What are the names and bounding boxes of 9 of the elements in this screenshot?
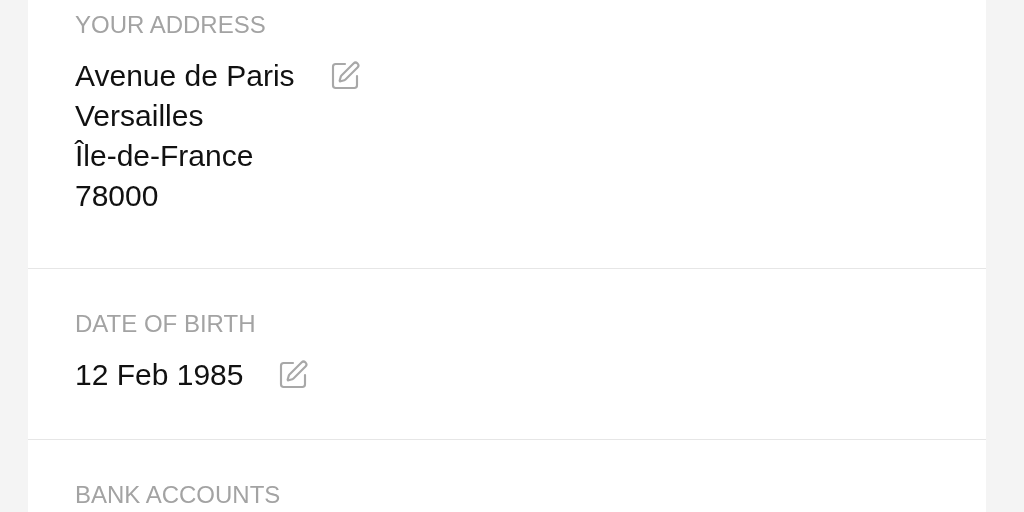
edit-icon[interactable] [277, 359, 310, 391]
section-label: YOUR ADDRESS [75, 10, 267, 40]
field-value: Versailles [75, 98, 204, 134]
section-label: BANK ACCOUNTS [75, 480, 282, 510]
field-value: 12 Feb 1985 [75, 357, 244, 393]
field-value: Avenue de Paris [75, 58, 295, 94]
field-value: Île-de-France [75, 138, 254, 174]
field-value: 78000 [75, 178, 159, 214]
section-label: DATE OF BIRTH [75, 309, 257, 339]
